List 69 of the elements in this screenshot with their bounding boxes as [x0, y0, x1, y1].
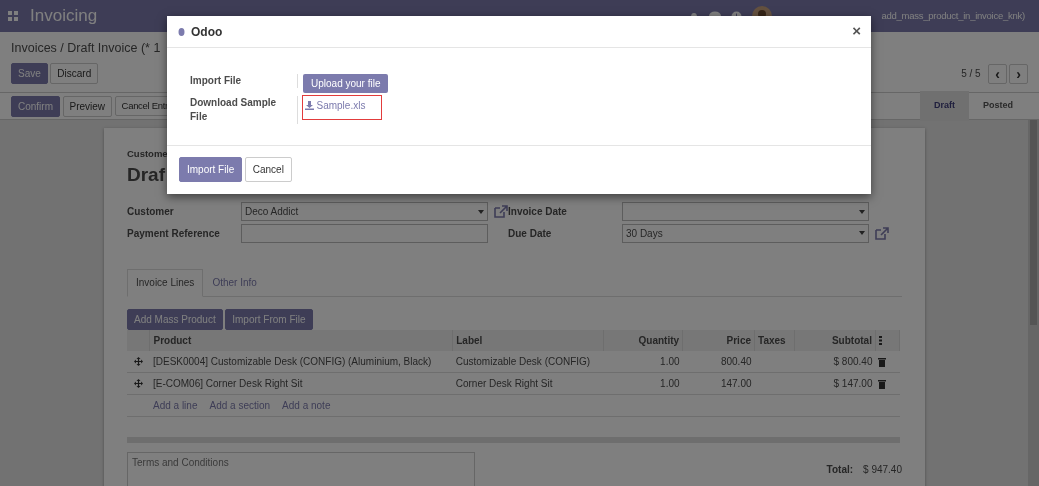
field-label: Import File	[190, 74, 298, 88]
options-icon[interactable]	[878, 336, 882, 346]
download-link[interactable]: Sample.xls	[303, 96, 368, 115]
add-link[interactable]: Add a note	[282, 399, 331, 411]
select-field[interactable]: 30 Days	[622, 223, 869, 243]
discard-button[interactable]: Discard	[50, 63, 99, 84]
input-field[interactable]	[241, 223, 488, 243]
select-field[interactable]: Deco Addict	[241, 202, 488, 221]
table-cell: Corner Desk Right Sit	[455, 377, 553, 389]
app-title[interactable]: Invoicing	[30, 3, 98, 29]
line-button[interactable]: Import From File	[225, 308, 313, 330]
field-label: Invoice Date	[508, 205, 568, 219]
drag-handle-icon[interactable]	[134, 357, 143, 367]
drag-handle-icon[interactable]	[134, 379, 143, 389]
table-cell: [DESK0004] Customizable Desk (CONFIG) (Aluminium, Black)	[153, 355, 432, 367]
status-stage[interactable]: Draft	[919, 91, 969, 121]
tab[interactable]: Other Info	[203, 268, 266, 296]
line-button[interactable]: Add Mass Product	[127, 308, 223, 330]
column-header[interactable]: Taxes	[754, 329, 795, 351]
table-cell: 1.00	[660, 355, 680, 367]
field-caption: Custome	[127, 148, 168, 160]
caret-icon	[478, 209, 484, 214]
total-label: Total:	[826, 463, 854, 477]
invoice-title: Draf	[127, 163, 165, 187]
tab[interactable]: Invoice Lines	[127, 268, 204, 297]
field-value: 30 Days	[626, 226, 663, 241]
table-cell: 147.00	[720, 377, 752, 389]
table-cell: 1.00	[660, 377, 680, 389]
import-button[interactable]: Import File	[179, 157, 243, 182]
field-label: Download Sample File	[190, 96, 298, 124]
scrollbar-thumb[interactable]	[1030, 120, 1037, 325]
field-label: Customer	[127, 205, 175, 219]
status-stage[interactable]: Posted	[969, 91, 1027, 121]
next-button[interactable]: ›	[1009, 63, 1028, 84]
close-button[interactable]: ×	[852, 20, 861, 43]
column-header[interactable]: Quantity	[603, 329, 683, 351]
column-header[interactable]: Product	[150, 329, 453, 351]
table-cell: Customizable Desk (CONFIG)	[455, 355, 591, 367]
trash-icon[interactable]	[878, 378, 887, 389]
upload-button[interactable]: Upload your file	[303, 74, 389, 93]
column-header[interactable]: Label	[452, 329, 604, 351]
field-value: Deco Addict	[245, 205, 299, 219]
table-cell: 800.40	[720, 355, 752, 367]
action-button[interactable]: Preview	[62, 95, 113, 117]
cancel-button[interactable]: Cancel	[244, 157, 292, 182]
external-link-icon[interactable]	[874, 225, 889, 241]
column-header[interactable]: Price	[682, 329, 755, 351]
action-button[interactable]: Confirm	[11, 95, 60, 117]
field-label: Due Date	[508, 226, 553, 241]
table-cell: [E-COM06] Corner Desk Right Sit	[153, 377, 303, 389]
add-link[interactable]: Add a section	[209, 399, 271, 411]
terms-field[interactable]: Terms and Conditions	[127, 451, 475, 486]
download-icon	[305, 101, 314, 110]
trash-icon[interactable]	[878, 356, 887, 367]
breadcrumb: Invoices / Draft Invoice (* 1	[11, 40, 162, 56]
table-cell: $ 147.00	[833, 377, 873, 389]
previous-button[interactable]: ‹	[988, 63, 1007, 84]
pager-value: 5 / 5	[961, 67, 981, 81]
caret-icon	[859, 209, 865, 214]
table-cell: $ 800.40	[833, 355, 873, 367]
external-link-icon[interactable]	[493, 204, 508, 219]
caret-icon	[859, 231, 865, 235]
apps-icon[interactable]	[8, 11, 18, 21]
total-value: $ 947.40	[863, 463, 902, 477]
field-label: Payment Reference	[127, 226, 221, 241]
select-field[interactable]	[622, 202, 869, 221]
column-header[interactable]: Subtotal	[794, 329, 876, 351]
dialog-title: Odoo	[191, 23, 223, 41]
add-link[interactable]: Add a line	[153, 399, 198, 411]
